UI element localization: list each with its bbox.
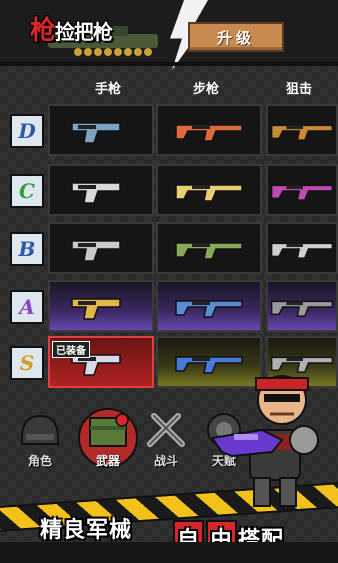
equipped-badge: 已装备 — [52, 341, 90, 358]
weapon-card-d-2[interactable] — [266, 104, 338, 156]
gun-icon — [270, 242, 334, 259]
logo-char-tail: 枪 — [93, 20, 113, 44]
weapon-card-b-0[interactable] — [48, 222, 154, 274]
nav-weapon[interactable]: 武器 — [78, 408, 138, 478]
game-logo: 枪捡把枪 — [8, 4, 168, 60]
weapon-card-a-0[interactable] — [48, 280, 154, 332]
weapon-card-c-0[interactable] — [48, 164, 154, 216]
gun-icon — [71, 298, 121, 320]
weapon-card-b-2[interactable] — [266, 222, 338, 274]
upgrade-button-label: 升级 — [216, 28, 255, 47]
weapon-card-c-2[interactable] — [266, 164, 338, 216]
tier-label-s: S — [10, 346, 44, 380]
weapon-card-a-2[interactable] — [266, 280, 338, 332]
nav-weapon-label: 武器 — [95, 454, 120, 468]
tier-label-d: D — [10, 114, 44, 148]
gun-icon — [270, 124, 334, 141]
gun-icon — [175, 124, 243, 142]
nav-battle[interactable]: 战斗 — [136, 408, 196, 478]
weapon-card-d-0[interactable] — [48, 104, 154, 156]
gun-icon — [71, 240, 121, 262]
tier-label-c: C — [10, 174, 44, 208]
weapon-crate-icon — [89, 413, 129, 447]
tier-label-a: A — [10, 290, 44, 324]
soldier-character — [212, 375, 319, 507]
column-header-rifle: 步枪 — [192, 82, 219, 97]
upgrade-button[interactable]: 升级 — [188, 22, 284, 52]
logo-char-red: 枪 — [30, 16, 56, 46]
column-header-sniper: 狙击 — [286, 82, 313, 97]
gun-icon — [175, 300, 243, 318]
logo-title: 枪捡把枪 — [30, 10, 113, 47]
helmet-icon — [21, 414, 59, 445]
weapon-card-s-0[interactable]: 已装备 — [48, 336, 154, 388]
weapon-card-c-1[interactable] — [156, 164, 262, 216]
slogan-left: 精良军械 — [40, 518, 133, 543]
crossed-swords-icon — [147, 413, 185, 447]
top-divider — [0, 62, 338, 66]
weapon-card-b-1[interactable] — [156, 222, 262, 274]
tier-label-b: B — [10, 232, 44, 266]
weapon-card-a-1[interactable] — [156, 280, 262, 332]
gun-icon — [270, 184, 334, 201]
logo-chars: 捡把 — [55, 20, 94, 44]
bottom-bar — [0, 542, 338, 563]
gun-icon — [270, 300, 334, 317]
top-bar: 枪捡把枪 升级 — [0, 0, 338, 70]
gun-icon — [71, 122, 121, 144]
gun-icon — [71, 182, 121, 204]
gun-icon — [175, 184, 243, 202]
nav-character-label: 角色 — [27, 454, 52, 468]
weapon-card-d-1[interactable] — [156, 104, 262, 156]
nav-character[interactable]: 角色 — [10, 408, 70, 478]
gun-icon — [175, 242, 243, 260]
column-header-pistol: 手枪 — [94, 82, 121, 97]
nav-battle-label: 战斗 — [153, 454, 178, 468]
